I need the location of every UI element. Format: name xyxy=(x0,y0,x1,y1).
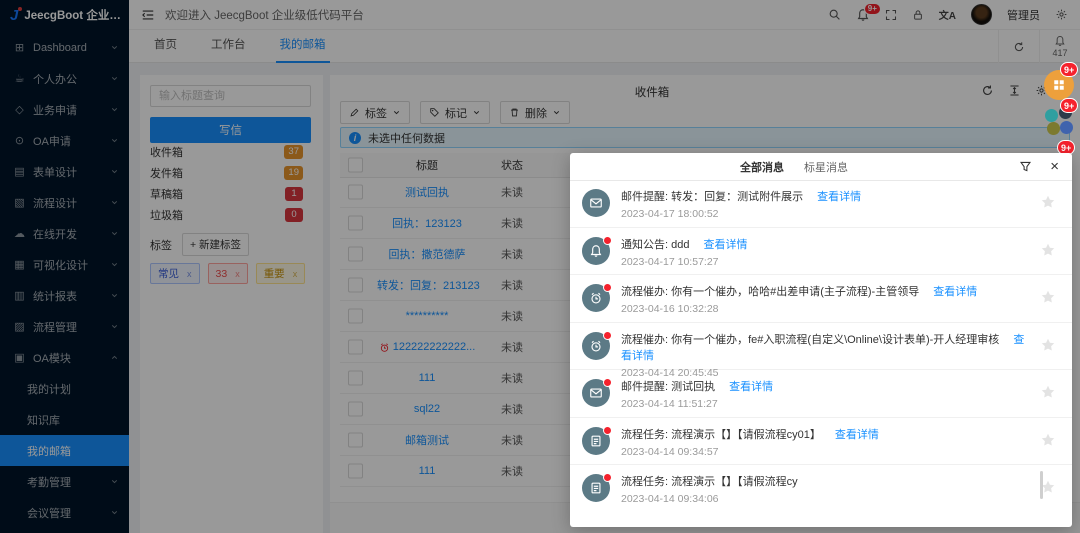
unread-dot xyxy=(603,378,612,387)
widget-badge: 9+ xyxy=(1060,98,1078,113)
notice-tabs: 全部消息 标星消息 xyxy=(740,153,848,180)
notice-item[interactable]: 邮件提醒: 转发：回复：测试附件展示 查看详情 2023-04-17 18:00:5… xyxy=(570,180,1072,228)
unread-dot xyxy=(603,473,612,482)
notice-body: 邮件提醒: 转发：回复：测试附件展示 查看详情 2023-04-17 18:00:5… xyxy=(621,188,1030,220)
color-dot-blue xyxy=(1060,121,1073,134)
color-dot-olive xyxy=(1047,122,1060,135)
mail-icon xyxy=(582,189,610,217)
widget-badge: 9+ xyxy=(1060,62,1078,77)
notice-title: 流程任务: 流程演示【】【请假流程cy01】 xyxy=(621,429,821,441)
notice-time: 2023-04-14 09:34:06 xyxy=(621,493,1030,505)
star-glyph-icon xyxy=(1040,289,1056,305)
popup-scrollbar[interactable] xyxy=(1040,471,1043,499)
color-dot-teal xyxy=(1045,109,1058,122)
tab-starred-messages[interactable]: 标星消息 xyxy=(804,159,848,175)
notice-item[interactable]: 流程任务: 流程演示【】【请假流程cy 2023-04-14 09:34:06 xyxy=(570,465,1072,512)
unread-dot xyxy=(603,283,612,292)
notice-line1: 流程任务: 流程演示【】【请假流程cy xyxy=(621,473,1030,489)
notice-list: 邮件提醒: 转发：回复：测试附件展示查看详情2023-04-17 18:00:5… xyxy=(570,180,1072,527)
mail-glyph-icon xyxy=(589,196,603,210)
close-icon[interactable]: × xyxy=(1050,159,1059,174)
view-details-link[interactable]: 查看详情 xyxy=(933,286,977,298)
notice-item[interactable]: 邮件提醒: 测试回执 查看详情 2023-04-14 11:51:27 xyxy=(570,370,1072,418)
view-details-link[interactable]: 查看详情 xyxy=(817,191,861,203)
notice-body: 通知公告: ddd 查看详情 2023-04-17 10:57:27 xyxy=(621,236,1030,268)
unread-dot xyxy=(603,426,612,435)
notice-line1: 流程催办: 你有一个催办，哈哈#出差申请(主子流程)-主管领导 查看详情 xyxy=(621,283,1030,299)
bell-glyph-icon xyxy=(589,244,603,258)
notice-popup-header: 全部消息 标星消息 × xyxy=(570,153,1072,181)
notice-body: 流程任务: 流程演示【】【请假流程cy 2023-04-14 09:34:06 xyxy=(621,473,1030,505)
notice-title: 流程催办: 你有一个催办，哈哈#出差申请(主子流程)-主管领导 xyxy=(621,286,919,298)
star-glyph-icon xyxy=(1040,337,1056,353)
notice-time: 2023-04-14 11:51:27 xyxy=(621,398,1030,410)
star-icon[interactable] xyxy=(1040,242,1056,258)
star-icon[interactable] xyxy=(1040,194,1056,210)
notice-title: 邮件提醒: 测试回执 xyxy=(621,381,715,393)
notice-line1: 邮件提醒: 转发：回复：测试附件展示 查看详情 xyxy=(621,188,1030,204)
notice-time: 2023-04-17 10:57:27 xyxy=(621,256,1030,268)
view-details-link[interactable]: 查看详情 xyxy=(729,381,773,393)
tab-all-messages[interactable]: 全部消息 xyxy=(740,159,784,175)
alarm-glyph-icon xyxy=(589,291,603,305)
notice-popup: 全部消息 标星消息 × 邮件提醒: 转发：回复：测试附件展示查看详情2023-0… xyxy=(570,153,1072,527)
unread-dot xyxy=(603,236,612,245)
notice-item[interactable]: 流程催办: 你有一个催办，fe#入职流程(自定义\Online\设计表单)-开人… xyxy=(570,323,1072,371)
unread-dot xyxy=(603,331,612,340)
star-glyph-icon xyxy=(1040,242,1056,258)
notice-header-icons: × xyxy=(1019,153,1059,180)
notice-time: 2023-04-16 10:32:28 xyxy=(621,303,1030,315)
notice-time: 2023-04-17 18:00:52 xyxy=(621,208,1030,220)
notice-title: 邮件提醒: 转发：回复：测试附件展示 xyxy=(621,191,803,203)
grid-icon xyxy=(1052,78,1066,92)
notice-item[interactable]: 流程催办: 你有一个催办，哈哈#出差申请(主子流程)-主管领导 查看详情 2023-… xyxy=(570,275,1072,323)
star-icon[interactable] xyxy=(1040,432,1056,448)
notice-title: 流程催办: 你有一个催办，fe#入职流程(自定义\Online\设计表单)-开人… xyxy=(621,334,999,346)
view-details-link[interactable]: 查看详情 xyxy=(703,239,747,251)
notice-time: 2023-04-14 09:34:57 xyxy=(621,446,1030,458)
doc-glyph-icon xyxy=(589,481,603,495)
notice-title: 通知公告: ddd xyxy=(621,239,689,251)
star-glyph-icon xyxy=(1040,384,1056,400)
star-icon[interactable] xyxy=(1040,337,1056,353)
star-glyph-icon xyxy=(1040,432,1056,448)
app-root: J JeecgBoot 企业级... ⊞Dashboard☕个人办公◇业务申请⊙… xyxy=(0,0,1080,533)
notice-body: 邮件提醒: 测试回执 查看详情 2023-04-14 11:51:27 xyxy=(621,378,1030,410)
notice-line1: 通知公告: ddd 查看详情 xyxy=(621,236,1030,252)
star-icon[interactable] xyxy=(1040,384,1056,400)
alarm-glyph-icon xyxy=(589,339,603,353)
filter-funnel-icon[interactable] xyxy=(1019,160,1032,173)
mail-glyph-icon xyxy=(589,386,603,400)
star-icon[interactable] xyxy=(1040,289,1056,305)
notice-line1: 流程催办: 你有一个催办，fe#入职流程(自定义\Online\设计表单)-开人… xyxy=(621,331,1030,363)
star-glyph-icon xyxy=(1040,194,1056,210)
notice-item[interactable]: 通知公告: ddd 查看详情 2023-04-17 10:57:27 xyxy=(570,228,1072,276)
notice-item[interactable]: 流程任务: 流程演示【】【请假流程cy01】 查看详情 2023-04-14 09:… xyxy=(570,418,1072,466)
notice-line1: 流程任务: 流程演示【】【请假流程cy01】 查看详情 xyxy=(621,426,1030,442)
notice-body: 流程任务: 流程演示【】【请假流程cy01】 查看详情 2023-04-14 09:… xyxy=(621,426,1030,458)
doc-glyph-icon xyxy=(589,434,603,448)
notice-body: 流程催办: 你有一个催办，哈哈#出差申请(主子流程)-主管领导 查看详情 2023-… xyxy=(621,283,1030,315)
notice-title: 流程任务: 流程演示【】【请假流程cy xyxy=(621,476,798,488)
view-details-link[interactable]: 查看详情 xyxy=(835,429,879,441)
notice-line1: 邮件提醒: 测试回执 查看详情 xyxy=(621,378,1030,394)
